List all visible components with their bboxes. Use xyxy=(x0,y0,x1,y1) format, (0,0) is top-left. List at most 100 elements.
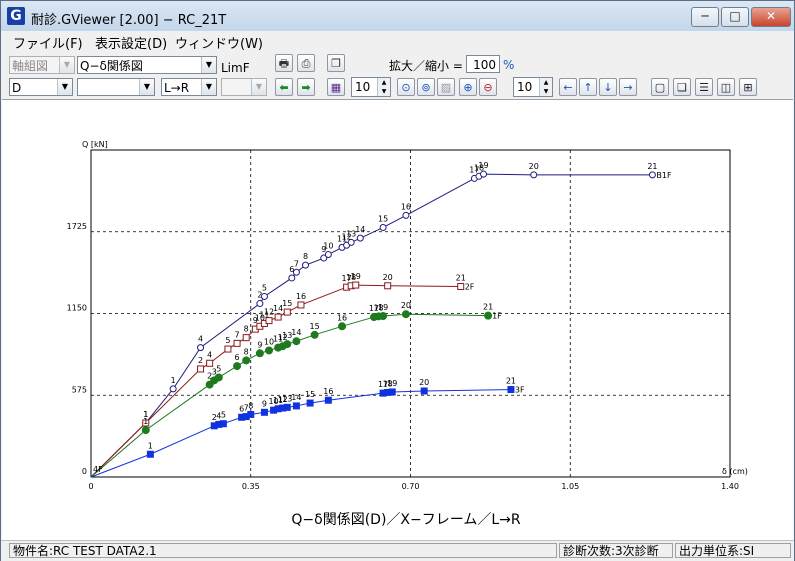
data-label: 1 xyxy=(143,417,148,426)
data-point xyxy=(242,356,251,365)
chevron-down-icon: ▼ xyxy=(201,79,216,95)
close-button[interactable]: ✕ xyxy=(751,7,791,27)
axis-ticks: 0 0.35 0.70 1.05 1.40057511501725 xyxy=(67,222,739,491)
pan-left-button[interactable]: ← xyxy=(559,78,577,96)
data-label: 16 xyxy=(296,292,306,301)
zoom-unit: % xyxy=(503,58,515,72)
data-point xyxy=(379,223,387,231)
prev-button[interactable]: ⬅ xyxy=(275,78,293,96)
x-axis-label: δ (cm) xyxy=(722,467,748,476)
data-point xyxy=(206,359,214,367)
zoom-out-button[interactable]: ⊖ xyxy=(479,78,497,96)
diagram-select[interactable]: Q−δ関係図 ▼ xyxy=(77,56,217,74)
data-point xyxy=(324,396,332,404)
data-point xyxy=(379,312,388,321)
chevron-down-icon: ▼ xyxy=(251,79,266,95)
zoom-fit-button[interactable]: ⊚ xyxy=(417,78,435,96)
minimize-button[interactable]: ─ xyxy=(691,7,719,27)
spin-down-icon[interactable]: ▼ xyxy=(539,87,552,96)
window-title: 耐診.GViewer [2.00] − RC_21T xyxy=(31,13,227,28)
layout-single-icon: ▢ xyxy=(654,81,666,94)
sub-select[interactable]: ▼ xyxy=(221,78,267,96)
data-point xyxy=(255,349,264,358)
title-bar[interactable]: G 耐診.GViewer [2.00] − RC_21T ─ □ ✕ xyxy=(1,1,794,31)
step-value-2: 10 xyxy=(517,80,533,94)
axis-group-value: 軸組図 xyxy=(12,59,49,73)
data-label: 5 xyxy=(262,283,267,292)
pan-up-button[interactable]: ↑ xyxy=(579,78,597,96)
y-tick-label: 0 xyxy=(82,467,87,476)
x-tick-label: 1.05 xyxy=(561,482,579,491)
data-point xyxy=(197,365,205,373)
data-point xyxy=(310,330,319,339)
data-label: 2 xyxy=(198,356,203,365)
chart-title: Q−δ関係図(D)／X−フレーム／L→R xyxy=(291,512,520,528)
menu-file[interactable]: ファイル(F) xyxy=(13,33,83,52)
print-button[interactable]: 🖶 xyxy=(275,54,293,72)
series-name-label: 1F xyxy=(492,312,502,321)
settings-button[interactable]: ▦ xyxy=(327,78,345,96)
layout-horizontal-button[interactable]: ☰ xyxy=(695,78,713,96)
spin-up-icon[interactable]: ▲ xyxy=(539,78,552,87)
y-axis-label: Q [kN] xyxy=(82,140,108,149)
data-label: 20 xyxy=(383,273,393,282)
frame-select[interactable]: ▼ xyxy=(77,78,155,96)
data-label: 8 xyxy=(248,401,253,410)
data-point xyxy=(402,211,410,219)
data-point xyxy=(347,238,355,246)
direction-select[interactable]: D ▼ xyxy=(9,78,73,96)
data-label: 8 xyxy=(244,347,249,356)
layout-vertical-button[interactable]: ◫ xyxy=(717,78,735,96)
data-point xyxy=(457,282,465,290)
series-line-3F xyxy=(90,389,511,478)
grid-settings-icon: ▦ xyxy=(330,81,342,94)
axis-group-select[interactable]: 軸組図 ▼ xyxy=(9,56,75,74)
floor-label: 4F xyxy=(93,465,103,474)
zoom-input[interactable]: 100 xyxy=(466,55,500,73)
step-spinner-1[interactable]: 10 ▲ ▼ xyxy=(351,77,391,97)
zoom-in-button[interactable]: ⊕ xyxy=(459,78,477,96)
x-tick-label: 1.40 xyxy=(721,482,739,491)
copy-button[interactable]: ❐ xyxy=(327,54,345,72)
data-label: 16 xyxy=(323,387,333,396)
step-spinner-2[interactable]: 10 ▲ ▼ xyxy=(513,77,553,97)
data-point xyxy=(401,310,410,319)
series-group: 11425678910111213141516171819 20 21B1F1245… xyxy=(90,161,672,478)
data-label: 16 xyxy=(337,313,347,322)
spin-down-icon[interactable]: ▼ xyxy=(377,87,390,96)
zoom-area-icon: ⊙ xyxy=(401,81,411,94)
menu-window[interactable]: ウィンドウ(W) xyxy=(175,33,263,52)
chart-area: 0 0.35 0.70 1.05 1.40 0 575 1150 1725 1142567891… xyxy=(2,99,793,540)
data-label: 21 xyxy=(483,303,493,312)
layout-single-button[interactable]: ▢ xyxy=(651,78,669,96)
image-button[interactable]: ▨ xyxy=(437,78,455,96)
next-button[interactable]: ➡ xyxy=(297,78,315,96)
layout-grid-button[interactable]: ⊞ xyxy=(739,78,757,96)
spin-up-icon[interactable]: ▲ xyxy=(377,78,390,87)
pan-right-button[interactable]: → xyxy=(619,78,637,96)
data-label: 4 xyxy=(207,350,212,359)
data-point xyxy=(480,170,488,178)
step-value-1: 10 xyxy=(355,80,371,94)
data-point xyxy=(288,274,296,282)
print-preview-button[interactable]: ⎙ xyxy=(297,54,315,72)
menu-display-settings[interactable]: 表示設定(D) xyxy=(95,33,167,52)
data-point xyxy=(292,337,301,346)
zoom-area-button[interactable]: ⊙ xyxy=(397,78,415,96)
status-property: 物件名:RC TEST DATA2.1 xyxy=(9,543,557,558)
y-tick-label: 1725 xyxy=(67,222,87,231)
pan-left-icon: ← xyxy=(563,81,573,94)
data-point xyxy=(420,387,428,395)
data-label: 19 xyxy=(351,272,361,281)
layout-vertical-icon: ◫ xyxy=(720,81,732,94)
lr-select[interactable]: L→R ▼ xyxy=(161,78,217,96)
data-point xyxy=(302,261,310,269)
data-label: 15 xyxy=(378,214,388,223)
pan-down-button[interactable]: ↓ xyxy=(599,78,617,96)
maximize-button[interactable]: □ xyxy=(721,7,749,27)
data-point xyxy=(324,250,332,258)
layout-cascade-icon: ❏ xyxy=(677,81,687,94)
zoom-in-icon: ⊕ xyxy=(463,81,473,94)
chevron-down-icon: ▼ xyxy=(201,57,216,73)
layout-cascade-button[interactable]: ❏ xyxy=(673,78,691,96)
